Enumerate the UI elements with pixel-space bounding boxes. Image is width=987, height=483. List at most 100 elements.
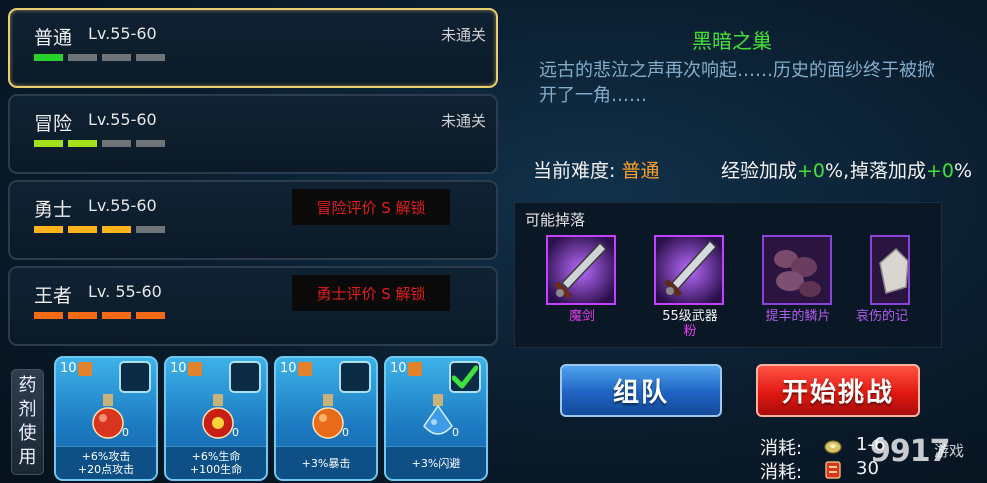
difficulty-bars: [34, 54, 165, 61]
difficulty-bars: [34, 312, 165, 319]
unlock-requirement: 勇士评价 S 解锁: [292, 275, 450, 311]
checkmark-icon: [452, 365, 478, 389]
exp-bonus-suffix: %,: [825, 160, 850, 182]
potion-checkbox[interactable]: [449, 361, 481, 393]
cost-label: 消耗:: [760, 438, 803, 459]
difficulty-bar-segment: [136, 226, 165, 233]
drop-bonus-value: +0: [926, 160, 955, 182]
difficulty-bar-segment: [68, 226, 97, 233]
difficulty-bars: [34, 140, 165, 147]
difficulty-name: 勇士: [34, 199, 73, 221]
difficulty-label: 当前难度:: [533, 160, 616, 182]
exp-bonus-label: 经验加成: [721, 160, 798, 182]
drop-bonus-label: 掉落加成: [850, 160, 927, 182]
team-button[interactable]: 组队: [560, 364, 722, 417]
difficulty-level: Lv.55-60: [88, 110, 157, 129]
difficulty-bar-segment: [34, 312, 63, 319]
potion-desc-line1: +3%暴击: [301, 456, 351, 470]
difficulty-value: 普通: [621, 160, 660, 182]
potion-description: +6%攻击 +20点攻击: [56, 446, 156, 479]
potion-label-char: 剂: [18, 399, 37, 420]
unlock-requirement: 冒险评价 S 解锁: [292, 189, 450, 225]
difficulty-bar-segment: [102, 140, 131, 147]
difficulty-level: Lv. 55-60: [88, 282, 162, 301]
difficulty-card-king[interactable]: 王者 Lv. 55-60 勇士评价 S 解锁: [8, 266, 498, 346]
difficulty-bar-segment: [68, 312, 97, 319]
difficulty-bars: [34, 226, 165, 233]
drop-item-name: 55级武器 粉: [646, 309, 734, 339]
potion-slot-dodge[interactable]: 10 0 +3%闪避: [384, 356, 488, 481]
difficulty-bar-segment: [34, 54, 63, 61]
difficulty-name: 冒险: [34, 113, 73, 135]
potion-desc-line1: +3%闪避: [411, 456, 461, 470]
difficulty-bar-segment: [102, 54, 131, 61]
weapon-icon: [654, 235, 724, 305]
difficulty-name: 王者: [34, 285, 73, 307]
potion-count: 10: [60, 361, 77, 376]
potion-quantity: 0: [342, 426, 349, 439]
difficulty-bar-segment: [68, 54, 97, 61]
drop-item-name-line2: 粉: [683, 324, 697, 339]
drop-bonus: 掉落加成+0%: [850, 156, 972, 183]
crystal-icon: [870, 235, 910, 305]
ticket-icon: [825, 461, 841, 479]
potion-slot-crit[interactable]: 10 0 +3%暴击: [274, 356, 378, 481]
difficulty-card-adventure[interactable]: 冒险 Lv.55-60 未通关: [8, 94, 498, 174]
difficulty-card-normal[interactable]: 普通 Lv.55-60 未通关: [8, 8, 498, 88]
difficulty-level: Lv.55-60: [88, 196, 157, 215]
potion-count: 10: [280, 361, 297, 376]
potion-label-char: 药: [18, 375, 37, 396]
drop-item-name: 哀伤的记: [856, 309, 909, 324]
difficulty-bar-segment: [34, 140, 63, 147]
difficulty-bar-segment: [136, 140, 165, 147]
potion-label-char: 使: [18, 423, 37, 444]
difficulty-bar-segment: [136, 54, 165, 61]
potion-slot-attack[interactable]: 10 0 +6%攻击 +20点攻击: [54, 356, 158, 481]
possible-drops-panel: 可能掉落 魔剑 55级武器 粉 提丰的鳞片 哀伤的记: [514, 202, 942, 348]
potion-quantity: 0: [232, 426, 239, 439]
potion-description: +3%闪避: [386, 446, 486, 479]
start-challenge-button[interactable]: 开始挑战: [756, 364, 920, 417]
potion-description: +3%暴击: [276, 446, 376, 479]
drop-item-name-line1: 55级武器: [662, 309, 718, 324]
difficulty-bar-segment: [34, 226, 63, 233]
potion-desc-line1: +6%生命: [191, 450, 241, 463]
potion-quantity: 0: [122, 426, 129, 439]
potion-ticket-icon: [188, 362, 202, 376]
difficulty-level: Lv.55-60: [88, 24, 157, 43]
dungeon-description: 远古的悲泣之声再次响起……历史的面纱终于被掀开了一角……: [539, 60, 935, 106]
difficulty-bar-segment: [68, 140, 97, 147]
cost-label: 消耗:: [760, 462, 803, 483]
drop-bonus-suffix: %: [954, 160, 973, 182]
potion-slot-health[interactable]: 10 0 +6%生命 +100生命: [164, 356, 268, 481]
potion-desc-line1: +6%攻击: [81, 450, 131, 463]
potion-ticket-icon: [298, 362, 312, 376]
dark-sword-icon: [546, 235, 616, 305]
potion-description: +6%生命 +100生命: [166, 446, 266, 479]
drop-item-name: 提丰的鳞片: [765, 309, 831, 324]
drop-item-name: 魔剑: [568, 309, 595, 324]
difficulty-card-warrior[interactable]: 勇士 Lv.55-60 冒险评价 S 解锁: [8, 180, 498, 260]
difficulty-bar-segment: [136, 312, 165, 319]
drops-title: 可能掉落: [525, 211, 586, 229]
exp-bonus-value: +0: [797, 160, 826, 182]
exp-bonus: 经验加成+0%,: [721, 156, 849, 183]
difficulty-status: 未通关: [440, 26, 486, 44]
potion-checkbox[interactable]: [339, 361, 371, 393]
difficulty-status: 未通关: [440, 112, 486, 130]
watermark-sub: 游戏: [934, 442, 965, 460]
dungeon-title: 黑暗之巢: [692, 29, 772, 53]
potion-count: 10: [170, 361, 187, 376]
current-difficulty: 当前难度: 普通: [533, 156, 659, 183]
potion-desc-line2: +20点攻击: [77, 463, 135, 476]
difficulty-name: 普通: [34, 27, 73, 49]
stamina-icon: [824, 440, 842, 454]
potion-section-label: 药剂使用: [11, 369, 44, 475]
difficulty-bar-segment: [102, 312, 131, 319]
potion-checkbox[interactable]: [229, 361, 261, 393]
potion-count: 10: [390, 361, 407, 376]
difficulty-bar-segment: [102, 226, 131, 233]
potion-quantity: 0: [452, 426, 459, 439]
potion-checkbox[interactable]: [119, 361, 151, 393]
potion-ticket-icon: [408, 362, 422, 376]
